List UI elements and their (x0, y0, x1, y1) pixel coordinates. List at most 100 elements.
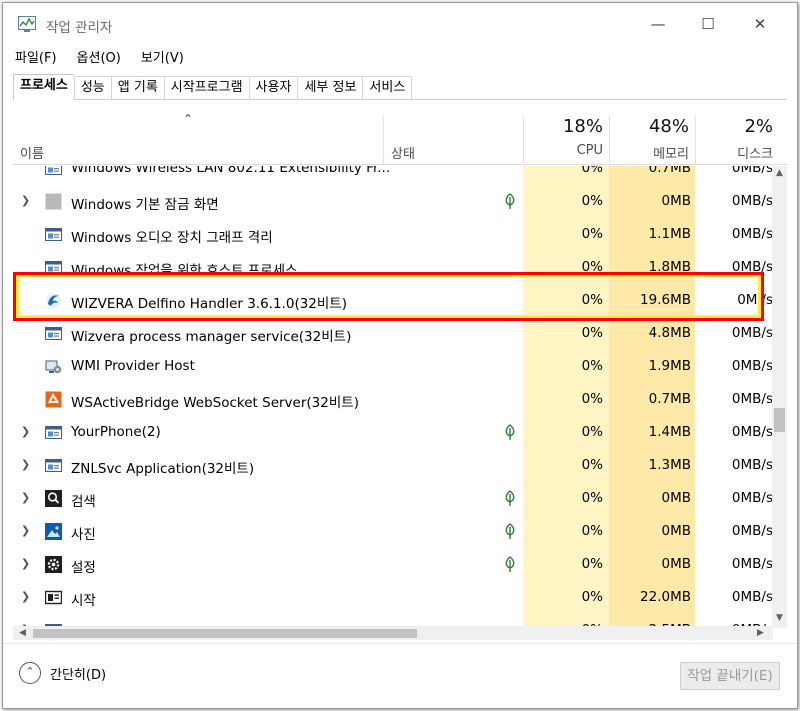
column-header-memory[interactable]: 48% 메모리 (613, 116, 689, 162)
process-row[interactable]: ❯ 사진 0% 0MB 0MB/s (13, 515, 773, 548)
column-header-name[interactable]: 이름 (20, 143, 44, 162)
process-disk-value: 0MB/s (731, 523, 773, 539)
window-title: 작업 관리자 (46, 20, 113, 36)
collapse-up-icon: ⌃ (19, 662, 41, 684)
column-divider (523, 115, 524, 165)
horizontal-scroll-thumb[interactable] (33, 629, 417, 638)
photos-icon (45, 523, 62, 540)
maximize-button[interactable]: ☐ (693, 11, 723, 37)
process-cpu-value: 0% (581, 358, 603, 374)
expand-chevron-icon[interactable]: ❯ (21, 557, 30, 570)
service-window-icon (45, 424, 62, 441)
process-cpu-value: 0% (581, 259, 603, 275)
fewer-details-label: 간단히(D) (50, 667, 107, 683)
process-row[interactable]: Wizvera process manager service(32비트) 0% 4… (13, 317, 773, 350)
vertical-scrollbar[interactable]: ▲ ▼ (772, 166, 787, 628)
process-memory-value: 22.0MB (640, 589, 691, 605)
process-disk-value: 0MB/s (731, 391, 773, 407)
service-window-icon (45, 457, 62, 474)
tab-performance[interactable]: 성능 (73, 76, 111, 100)
process-disk-value: 0MB/s (731, 556, 773, 572)
process-memory-value: 0MB (661, 193, 692, 209)
scroll-down-arrow-icon[interactable]: ▼ (772, 613, 787, 623)
fewer-details-button[interactable]: ⌃ 간단히(D) (19, 662, 106, 684)
tab-startup[interactable]: 시작프로그램 (163, 76, 249, 100)
horizontal-scrollbar[interactable]: ◀ ▶ (13, 626, 773, 640)
process-memory-value: 0MB (661, 523, 692, 539)
disk-total-percent: 2% (744, 116, 773, 137)
column-header-status[interactable]: 상태 (391, 143, 415, 162)
process-row[interactable]: Windows Wireless LAN 802.11 Extensibilit… (13, 166, 773, 185)
task-manager-app-icon (18, 16, 36, 32)
wsbridge-icon (45, 391, 62, 408)
process-row[interactable]: Windows 오디오 장치 그래프 격리 0% 1.1MB 0MB/s (13, 218, 773, 251)
search-icon (45, 490, 62, 507)
suspended-leaf-icon (503, 193, 517, 210)
process-name: Windows 기본 잠금 화면 (71, 197, 219, 213)
expand-chevron-icon[interactable]: ❯ (21, 458, 30, 471)
tab-services[interactable]: 서비스 (362, 76, 413, 100)
expand-chevron-icon[interactable]: ❯ (21, 425, 30, 438)
tab-app-history[interactable]: 앱 기록 (110, 76, 164, 100)
process-row[interactable]: WIZVERA Delfino Handler 3.6.1.0(32비트) 0% 1… (13, 284, 773, 317)
process-cpu-value: 0% (581, 490, 603, 506)
process-disk-value: 0MB/s (731, 457, 773, 473)
expand-chevron-icon[interactable]: ❯ (21, 491, 30, 504)
process-disk-value: 0MB/s (731, 358, 773, 374)
process-row[interactable]: ❯ 검색 0% 0MB 0MB/s (13, 482, 773, 515)
process-cpu-value: 0% (581, 556, 603, 572)
scroll-left-arrow-icon[interactable]: ◀ (15, 628, 30, 638)
menu-options[interactable]: 옵션(O) (75, 47, 123, 67)
close-button[interactable]: ✕ (745, 11, 775, 37)
process-cpu-value: 0% (581, 457, 603, 473)
process-row[interactable]: ❯ ZNLSvc Application(32비트) 0% 1.3MB 0MB/s (13, 449, 773, 482)
process-row[interactable]: ❯ YourPhone(2) 0% 1.4MB 0MB/s (13, 416, 773, 449)
service-window-icon (45, 259, 62, 276)
column-header-cpu[interactable]: 18% CPU (533, 116, 603, 158)
column-header-disk[interactable]: 2% 디스크 (699, 116, 773, 162)
process-name: 시작 (71, 593, 96, 609)
expand-chevron-icon[interactable]: ❯ (21, 194, 30, 207)
process-name: WSActiveBridge WebSocket Server(32비트) (71, 395, 359, 411)
process-row[interactable]: ❯ Windows 기본 잠금 화면 0% 0MB 0MB/s (13, 185, 773, 218)
process-disk-value: 0MB/s (731, 589, 773, 605)
scroll-right-arrow-icon[interactable]: ▶ (753, 628, 768, 638)
tab-details[interactable]: 세부 정보 (297, 76, 363, 100)
footer-divider (3, 643, 797, 644)
cpu-label: CPU (576, 143, 603, 158)
memory-label: 메모리 (653, 147, 689, 162)
expand-chevron-icon[interactable]: ❯ (21, 524, 30, 537)
minimize-button[interactable]: — (643, 11, 673, 37)
process-disk-value: 0MB/s (731, 226, 773, 242)
tab-processes[interactable]: 프로세스 (13, 74, 74, 101)
process-row[interactable]: WSActiveBridge WebSocket Server(32비트) 0% 0… (13, 383, 773, 416)
process-name: ZNLSvc Application(32비트) (71, 461, 255, 477)
vertical-scroll-thumb[interactable] (774, 408, 785, 432)
process-name: Wizvera process manager service(32비트) (71, 329, 352, 345)
suspended-leaf-icon (503, 523, 517, 540)
tab-users[interactable]: 사용자 (248, 76, 298, 100)
suspended-leaf-icon (503, 424, 517, 441)
menu-view[interactable]: 보기(V) (139, 47, 186, 67)
scroll-up-arrow-icon[interactable]: ▲ (772, 168, 787, 178)
process-memory-value: 0MB (661, 556, 692, 572)
process-row[interactable]: ❯ 시작 0% 22.0MB 0MB/s (13, 581, 773, 614)
column-divider (695, 115, 696, 165)
suspended-leaf-icon (503, 556, 517, 573)
process-disk-value: 0MB/s (731, 490, 773, 506)
process-memory-value: 1.8MB (648, 259, 691, 275)
process-memory-value: 1.1MB (648, 226, 691, 242)
expand-chevron-icon[interactable]: ❯ (21, 590, 30, 603)
process-name: Windows 오디오 장치 그래프 격리 (71, 230, 273, 246)
process-row[interactable]: WMI Provider Host 0% 1.9MB 0MB/s (13, 350, 773, 383)
process-cpu-value: 0% (581, 226, 603, 242)
menu-file[interactable]: 파일(F) (13, 47, 59, 67)
suspended-leaf-icon (503, 490, 517, 507)
service-window-icon (45, 166, 62, 177)
process-row[interactable]: Windows 작업을 위한 호스트 프로세스 0% 1.8MB 0MB/s (13, 251, 773, 284)
end-task-button[interactable]: 작업 끝내기(E) (680, 662, 780, 690)
process-cpu-value: 0% (581, 424, 603, 440)
process-list: Windows Wireless LAN 802.11 Extensibilit… (13, 166, 773, 628)
process-row[interactable]: ❯ 설정 0% 0MB 0MB/s (13, 548, 773, 581)
process-name: Windows Wireless LAN 802.11 Extensibilit… (71, 166, 391, 176)
